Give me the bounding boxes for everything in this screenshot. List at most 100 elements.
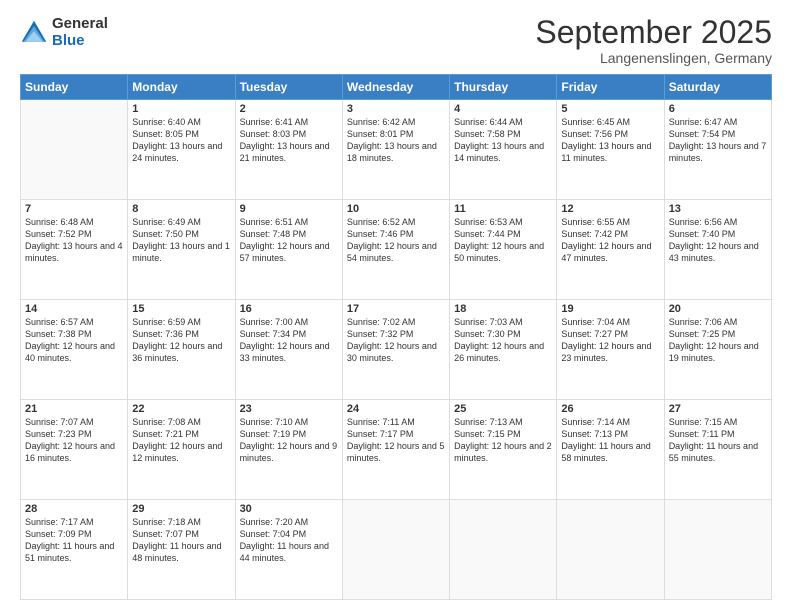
day-number: 17 xyxy=(347,303,445,315)
day-number: 26 xyxy=(561,403,659,415)
day-detail: Sunrise: 6:57 AMSunset: 7:38 PMDaylight:… xyxy=(25,316,123,365)
day-detail: Sunrise: 6:44 AMSunset: 7:58 PMDaylight:… xyxy=(454,116,552,165)
calendar-cell: 18Sunrise: 7:03 AMSunset: 7:30 PMDayligh… xyxy=(450,300,557,400)
calendar-cell: 9Sunrise: 6:51 AMSunset: 7:48 PMDaylight… xyxy=(235,200,342,300)
calendar-cell: 1Sunrise: 6:40 AMSunset: 8:05 PMDaylight… xyxy=(128,100,235,200)
day-number: 18 xyxy=(454,303,552,315)
calendar-week-row: 28Sunrise: 7:17 AMSunset: 7:09 PMDayligh… xyxy=(21,500,772,600)
calendar-cell: 29Sunrise: 7:18 AMSunset: 7:07 PMDayligh… xyxy=(128,500,235,600)
calendar-cell: 28Sunrise: 7:17 AMSunset: 7:09 PMDayligh… xyxy=(21,500,128,600)
day-number: 13 xyxy=(669,203,767,215)
calendar-cell: 25Sunrise: 7:13 AMSunset: 7:15 PMDayligh… xyxy=(450,400,557,500)
calendar-cell: 4Sunrise: 6:44 AMSunset: 7:58 PMDaylight… xyxy=(450,100,557,200)
day-detail: Sunrise: 6:40 AMSunset: 8:05 PMDaylight:… xyxy=(132,116,230,165)
logo-blue-text: Blue xyxy=(52,33,108,50)
calendar-week-row: 14Sunrise: 6:57 AMSunset: 7:38 PMDayligh… xyxy=(21,300,772,400)
day-number: 20 xyxy=(669,303,767,315)
day-number: 5 xyxy=(561,103,659,115)
calendar-cell: 16Sunrise: 7:00 AMSunset: 7:34 PMDayligh… xyxy=(235,300,342,400)
day-number: 3 xyxy=(347,103,445,115)
calendar-cell: 19Sunrise: 7:04 AMSunset: 7:27 PMDayligh… xyxy=(557,300,664,400)
day-of-week-header: Sunday xyxy=(21,75,128,100)
calendar-header-row: SundayMondayTuesdayWednesdayThursdayFrid… xyxy=(21,75,772,100)
calendar-table: SundayMondayTuesdayWednesdayThursdayFrid… xyxy=(20,74,772,600)
calendar-cell xyxy=(21,100,128,200)
day-detail: Sunrise: 7:18 AMSunset: 7:07 PMDaylight:… xyxy=(132,516,230,565)
calendar-cell: 22Sunrise: 7:08 AMSunset: 7:21 PMDayligh… xyxy=(128,400,235,500)
day-detail: Sunrise: 6:47 AMSunset: 7:54 PMDaylight:… xyxy=(669,116,767,165)
calendar-week-row: 21Sunrise: 7:07 AMSunset: 7:23 PMDayligh… xyxy=(21,400,772,500)
day-of-week-header: Monday xyxy=(128,75,235,100)
day-number: 22 xyxy=(132,403,230,415)
calendar-cell: 12Sunrise: 6:55 AMSunset: 7:42 PMDayligh… xyxy=(557,200,664,300)
day-detail: Sunrise: 7:03 AMSunset: 7:30 PMDaylight:… xyxy=(454,316,552,365)
day-number: 2 xyxy=(240,103,338,115)
day-number: 25 xyxy=(454,403,552,415)
calendar-cell: 14Sunrise: 6:57 AMSunset: 7:38 PMDayligh… xyxy=(21,300,128,400)
logo-icon xyxy=(20,19,48,47)
logo-general-text: General xyxy=(52,16,108,33)
day-detail: Sunrise: 6:55 AMSunset: 7:42 PMDaylight:… xyxy=(561,216,659,265)
calendar-cell: 2Sunrise: 6:41 AMSunset: 8:03 PMDaylight… xyxy=(235,100,342,200)
day-detail: Sunrise: 7:07 AMSunset: 7:23 PMDaylight:… xyxy=(25,416,123,465)
day-of-week-header: Tuesday xyxy=(235,75,342,100)
day-number: 19 xyxy=(561,303,659,315)
day-number: 21 xyxy=(25,403,123,415)
day-number: 23 xyxy=(240,403,338,415)
day-detail: Sunrise: 6:59 AMSunset: 7:36 PMDaylight:… xyxy=(132,316,230,365)
day-number: 15 xyxy=(132,303,230,315)
calendar-cell: 26Sunrise: 7:14 AMSunset: 7:13 PMDayligh… xyxy=(557,400,664,500)
calendar-cell: 8Sunrise: 6:49 AMSunset: 7:50 PMDaylight… xyxy=(128,200,235,300)
day-of-week-header: Saturday xyxy=(664,75,771,100)
day-number: 7 xyxy=(25,203,123,215)
day-detail: Sunrise: 6:45 AMSunset: 7:56 PMDaylight:… xyxy=(561,116,659,165)
calendar-cell xyxy=(450,500,557,600)
logo-text: General Blue xyxy=(52,16,108,49)
day-number: 9 xyxy=(240,203,338,215)
day-detail: Sunrise: 7:10 AMSunset: 7:19 PMDaylight:… xyxy=(240,416,338,465)
day-detail: Sunrise: 6:56 AMSunset: 7:40 PMDaylight:… xyxy=(669,216,767,265)
day-number: 4 xyxy=(454,103,552,115)
day-number: 8 xyxy=(132,203,230,215)
day-detail: Sunrise: 7:08 AMSunset: 7:21 PMDaylight:… xyxy=(132,416,230,465)
day-number: 14 xyxy=(25,303,123,315)
calendar-cell: 11Sunrise: 6:53 AMSunset: 7:44 PMDayligh… xyxy=(450,200,557,300)
day-of-week-header: Wednesday xyxy=(342,75,449,100)
day-number: 6 xyxy=(669,103,767,115)
calendar-cell xyxy=(557,500,664,600)
calendar-cell: 10Sunrise: 6:52 AMSunset: 7:46 PMDayligh… xyxy=(342,200,449,300)
calendar-cell: 21Sunrise: 7:07 AMSunset: 7:23 PMDayligh… xyxy=(21,400,128,500)
day-detail: Sunrise: 7:06 AMSunset: 7:25 PMDaylight:… xyxy=(669,316,767,365)
calendar-cell: 13Sunrise: 6:56 AMSunset: 7:40 PMDayligh… xyxy=(664,200,771,300)
calendar-week-row: 7Sunrise: 6:48 AMSunset: 7:52 PMDaylight… xyxy=(21,200,772,300)
calendar-cell: 6Sunrise: 6:47 AMSunset: 7:54 PMDaylight… xyxy=(664,100,771,200)
month-title: September 2025 xyxy=(535,16,772,48)
calendar-cell xyxy=(664,500,771,600)
day-detail: Sunrise: 7:20 AMSunset: 7:04 PMDaylight:… xyxy=(240,516,338,565)
day-number: 11 xyxy=(454,203,552,215)
calendar-cell: 15Sunrise: 6:59 AMSunset: 7:36 PMDayligh… xyxy=(128,300,235,400)
day-number: 28 xyxy=(25,503,123,515)
day-of-week-header: Friday xyxy=(557,75,664,100)
day-detail: Sunrise: 7:04 AMSunset: 7:27 PMDaylight:… xyxy=(561,316,659,365)
location: Langenenslingen, Germany xyxy=(535,50,772,66)
header: General Blue September 2025 Langenenslin… xyxy=(20,16,772,66)
calendar-cell: 23Sunrise: 7:10 AMSunset: 7:19 PMDayligh… xyxy=(235,400,342,500)
day-detail: Sunrise: 6:42 AMSunset: 8:01 PMDaylight:… xyxy=(347,116,445,165)
day-number: 10 xyxy=(347,203,445,215)
page: General Blue September 2025 Langenenslin… xyxy=(0,0,792,612)
day-detail: Sunrise: 7:17 AMSunset: 7:09 PMDaylight:… xyxy=(25,516,123,565)
day-detail: Sunrise: 7:14 AMSunset: 7:13 PMDaylight:… xyxy=(561,416,659,465)
day-detail: Sunrise: 7:11 AMSunset: 7:17 PMDaylight:… xyxy=(347,416,445,465)
day-detail: Sunrise: 6:49 AMSunset: 7:50 PMDaylight:… xyxy=(132,216,230,265)
title-block: September 2025 Langenenslingen, Germany xyxy=(535,16,772,66)
day-detail: Sunrise: 7:02 AMSunset: 7:32 PMDaylight:… xyxy=(347,316,445,365)
logo: General Blue xyxy=(20,16,108,49)
day-detail: Sunrise: 6:52 AMSunset: 7:46 PMDaylight:… xyxy=(347,216,445,265)
day-detail: Sunrise: 7:00 AMSunset: 7:34 PMDaylight:… xyxy=(240,316,338,365)
calendar-cell: 24Sunrise: 7:11 AMSunset: 7:17 PMDayligh… xyxy=(342,400,449,500)
day-detail: Sunrise: 6:48 AMSunset: 7:52 PMDaylight:… xyxy=(25,216,123,265)
calendar-cell: 17Sunrise: 7:02 AMSunset: 7:32 PMDayligh… xyxy=(342,300,449,400)
calendar-cell: 20Sunrise: 7:06 AMSunset: 7:25 PMDayligh… xyxy=(664,300,771,400)
day-number: 30 xyxy=(240,503,338,515)
